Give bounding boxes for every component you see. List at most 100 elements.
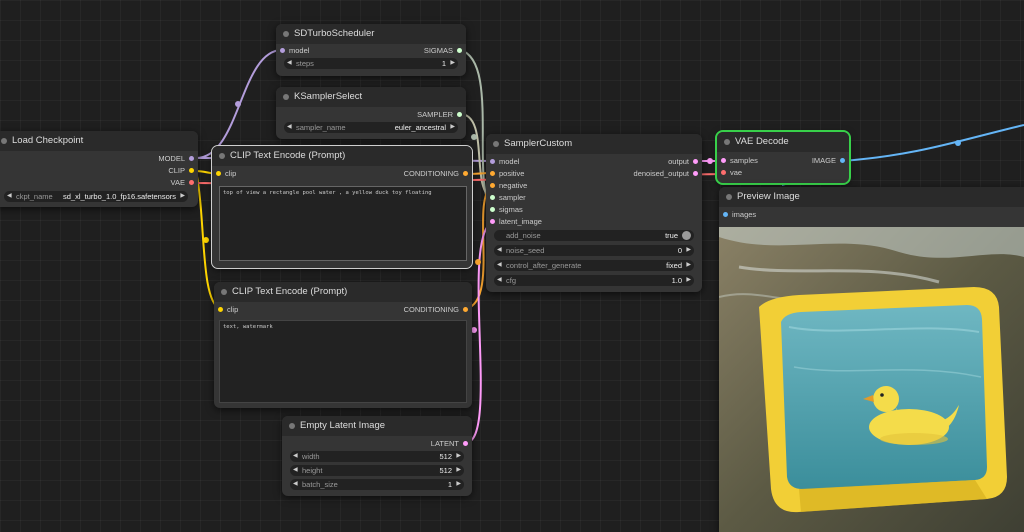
input-samples-slot[interactable]: samples — [721, 155, 758, 167]
output-model-slot[interactable]: MODEL — [158, 153, 194, 165]
slot-dot[interactable] — [490, 207, 495, 213]
slot-dot[interactable] — [490, 159, 495, 165]
node-sdturbo-scheduler[interactable]: SDTurboScheduler model SIGMAS ◀ steps 1 … — [276, 24, 466, 76]
increment-arrow-icon[interactable]: ▶ — [450, 122, 455, 133]
increment-arrow-icon[interactable]: ▶ — [456, 451, 461, 462]
ckpt-name-widget[interactable]: ◀ ckpt_name sd_xl_turbo_1.0_fp16.safeten… — [4, 191, 188, 202]
decrement-arrow-icon[interactable]: ◀ — [7, 191, 12, 202]
output-output-slot[interactable]: output — [668, 156, 698, 168]
sampler-name-widget[interactable]: ◀ sampler_name euler_ancestral ▶ — [284, 122, 458, 133]
decrement-arrow-icon[interactable]: ◀ — [287, 58, 292, 69]
slot-dot[interactable] — [457, 48, 462, 54]
toggle-knob-icon[interactable] — [682, 231, 691, 240]
node-title[interactable]: SDTurboScheduler — [276, 24, 466, 44]
node-title[interactable]: Preview Image — [719, 187, 1024, 207]
slot-dot[interactable] — [463, 307, 468, 313]
node-title[interactable]: KSamplerSelect — [276, 87, 466, 107]
input-clip-slot[interactable]: clip — [216, 168, 236, 180]
slot-dot[interactable] — [216, 171, 221, 177]
output-conditioning-slot[interactable]: CONDITIONING — [404, 168, 468, 180]
input-clip-slot[interactable]: clip — [218, 304, 238, 316]
slot-dot[interactable] — [218, 307, 223, 313]
decrement-arrow-icon[interactable]: ◀ — [497, 260, 502, 271]
preview-output-image[interactable] — [719, 227, 1024, 532]
output-clip-slot[interactable]: CLIP — [168, 165, 194, 177]
increment-arrow-icon[interactable]: ▶ — [456, 479, 461, 490]
add-noise-toggle[interactable]: add_noise true — [494, 230, 694, 241]
slot-dot[interactable] — [721, 158, 726, 164]
slot-dot[interactable] — [189, 168, 194, 174]
height-widget[interactable]: ◀ height 512 ▶ — [290, 465, 464, 476]
decrement-arrow-icon[interactable]: ◀ — [293, 479, 298, 490]
control-after-generate-widget[interactable]: ◀ control_after_generate fixed ▶ — [494, 260, 694, 271]
batch-size-widget[interactable]: ◀ batch_size 1 ▶ — [290, 479, 464, 490]
slot-dot[interactable] — [490, 219, 495, 225]
slot-dot[interactable] — [280, 48, 285, 54]
increment-arrow-icon[interactable]: ▶ — [686, 245, 691, 256]
node-title[interactable]: Load Checkpoint — [0, 131, 198, 151]
slot-dot[interactable] — [457, 112, 462, 118]
input-latent-slot[interactable]: latent_image — [490, 216, 542, 228]
increment-arrow-icon[interactable]: ▶ — [180, 191, 185, 202]
prompt-textarea[interactable]: top of view a rectangle pool water , a y… — [219, 186, 467, 261]
node-load-checkpoint[interactable]: Load Checkpoint MODEL CLIP VAE ◀ ckpt_na… — [0, 131, 198, 207]
output-conditioning-slot[interactable]: CONDITIONING — [404, 304, 468, 316]
width-widget[interactable]: ◀ width 512 ▶ — [290, 451, 464, 462]
decrement-arrow-icon[interactable]: ◀ — [497, 275, 502, 286]
slot-dot[interactable] — [490, 171, 495, 177]
node-clip-text-encode-positive[interactable]: CLIP Text Encode (Prompt) clip CONDITION… — [211, 145, 473, 269]
slot-dot[interactable] — [490, 183, 495, 189]
decrement-arrow-icon[interactable]: ◀ — [497, 245, 502, 256]
decrement-arrow-icon[interactable]: ◀ — [293, 451, 298, 462]
prompt-textarea[interactable]: text, watermark — [219, 320, 467, 403]
node-title[interactable]: VAE Decode — [717, 132, 849, 152]
increment-arrow-icon[interactable]: ▶ — [686, 275, 691, 286]
input-negative-slot[interactable]: negative — [490, 180, 527, 192]
increment-arrow-icon[interactable]: ▶ — [456, 465, 461, 476]
output-sampler-slot[interactable]: SAMPLER — [417, 109, 462, 121]
node-title[interactable]: SamplerCustom — [486, 134, 702, 154]
slot-dot[interactable] — [463, 171, 468, 177]
slot-row: VAE — [0, 177, 198, 189]
node-clip-text-encode-negative[interactable]: CLIP Text Encode (Prompt) clip CONDITION… — [214, 282, 472, 408]
noise-seed-widget[interactable]: ◀ noise_seed 0 ▶ — [494, 245, 694, 256]
node-title[interactable]: Empty Latent Image — [282, 416, 472, 436]
input-images-slot[interactable]: images — [723, 209, 756, 221]
decrement-arrow-icon[interactable]: ◀ — [287, 122, 292, 133]
input-sampler-slot[interactable]: sampler — [490, 192, 526, 204]
output-sigmas-slot[interactable]: SIGMAS — [424, 45, 462, 57]
slot-dot[interactable] — [723, 212, 728, 218]
node-preview-image[interactable]: Preview Image images — [719, 187, 1024, 532]
slot-dot[interactable] — [189, 180, 194, 186]
decrement-arrow-icon[interactable]: ◀ — [293, 465, 298, 476]
output-vae-slot[interactable]: VAE — [171, 177, 194, 189]
steps-widget[interactable]: ◀ steps 1 ▶ — [284, 58, 458, 69]
cfg-widget[interactable]: ◀ cfg 1.0 ▶ — [494, 275, 694, 286]
node-title[interactable]: CLIP Text Encode (Prompt) — [214, 282, 472, 302]
widget-value: fixed — [666, 261, 682, 270]
input-vae-slot[interactable]: vae — [721, 167, 742, 179]
input-model-slot[interactable]: model — [490, 156, 519, 168]
input-positive-slot[interactable]: positive — [490, 168, 524, 180]
output-image-slot[interactable]: IMAGE — [812, 155, 845, 167]
input-model-slot[interactable]: model — [280, 45, 309, 57]
widget-label: sampler_name — [296, 123, 346, 132]
slot-row: LATENT — [282, 438, 472, 450]
slot-dot[interactable] — [189, 156, 194, 162]
input-sigmas-slot[interactable]: sigmas — [490, 204, 523, 216]
slot-dot[interactable] — [721, 170, 726, 176]
node-sampler-custom[interactable]: SamplerCustom model output positive deno… — [486, 134, 702, 292]
increment-arrow-icon[interactable]: ▶ — [450, 58, 455, 69]
slot-dot[interactable] — [463, 441, 468, 447]
slot-dot[interactable] — [693, 159, 698, 165]
slot-dot[interactable] — [840, 158, 845, 164]
node-ksampler-select[interactable]: KSamplerSelect SAMPLER ◀ sampler_name eu… — [276, 87, 466, 139]
output-latent-slot[interactable]: LATENT — [431, 438, 468, 450]
increment-arrow-icon[interactable]: ▶ — [686, 260, 691, 271]
output-denoised-slot[interactable]: denoised_output — [634, 168, 698, 180]
node-title[interactable]: CLIP Text Encode (Prompt) — [212, 146, 472, 166]
slot-dot[interactable] — [693, 171, 698, 177]
slot-dot[interactable] — [490, 195, 495, 201]
node-vae-decode[interactable]: VAE Decode samples IMAGE vae — [715, 130, 851, 185]
node-empty-latent-image[interactable]: Empty Latent Image LATENT ◀ width 512 ▶ … — [282, 416, 472, 496]
